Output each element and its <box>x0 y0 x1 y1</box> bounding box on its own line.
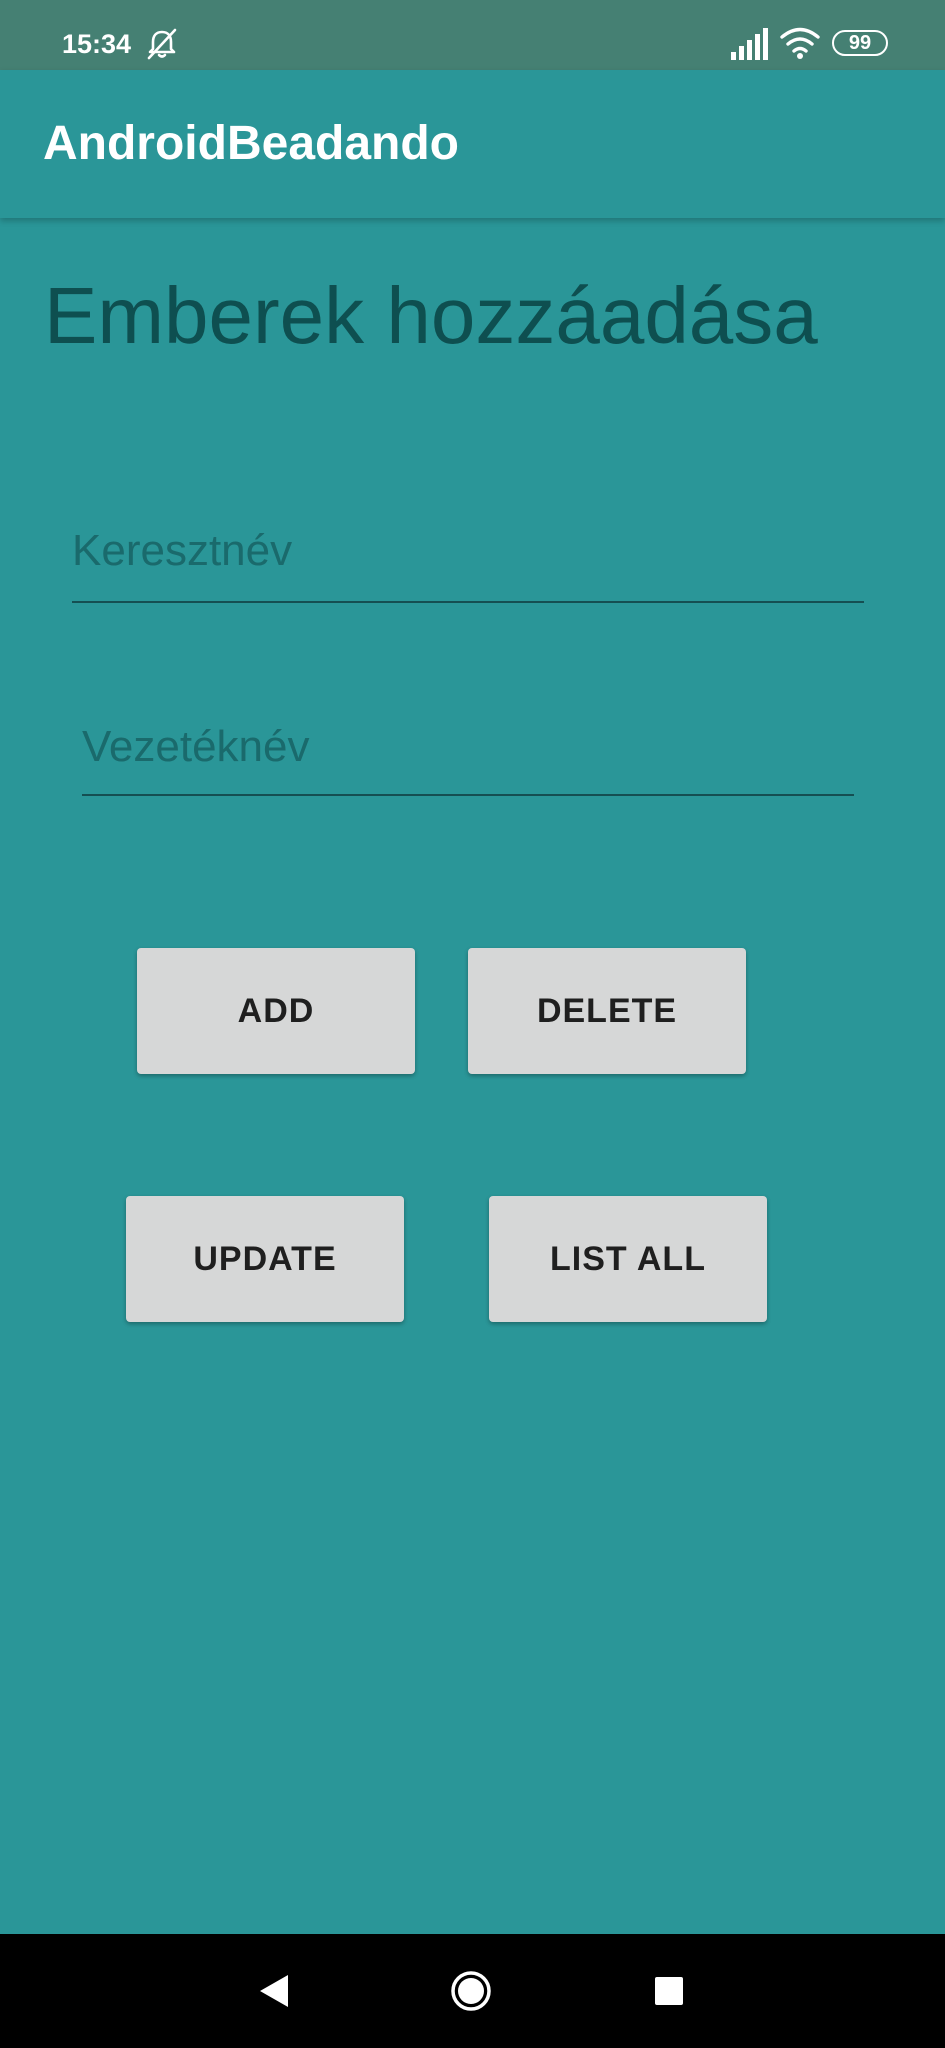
app-bar: AndroidBeadando <box>0 70 945 218</box>
screen: 15:34 99 AndroidBeadando Emberek hozzáad… <box>0 0 945 2048</box>
delete-button[interactable]: DELETE <box>468 948 746 1074</box>
first-name-field[interactable] <box>72 500 864 603</box>
app-title: AndroidBeadando <box>43 117 459 170</box>
list-all-button[interactable]: LIST ALL <box>489 1196 767 1322</box>
notifications-off-icon <box>147 28 177 60</box>
last-name-input[interactable] <box>82 700 854 794</box>
battery-icon: 99 <box>832 30 888 56</box>
signal-icon <box>731 28 768 60</box>
recents-square-icon[interactable] <box>654 1976 684 2006</box>
page-heading: Emberek hozzáadása <box>44 271 818 360</box>
battery-level: 99 <box>848 32 872 54</box>
add-button[interactable]: ADD <box>137 948 415 1074</box>
back-triangle-icon[interactable] <box>258 1974 290 2008</box>
wifi-icon <box>780 27 820 59</box>
status-bar: 15:34 99 <box>0 0 945 70</box>
update-button[interactable]: UPDATE <box>126 1196 404 1322</box>
last-name-field[interactable] <box>82 700 854 796</box>
first-name-input[interactable] <box>72 500 864 601</box>
navigation-bar <box>0 1934 945 2048</box>
status-time: 15:34 <box>62 29 132 59</box>
home-circle-icon[interactable] <box>450 1970 492 2012</box>
